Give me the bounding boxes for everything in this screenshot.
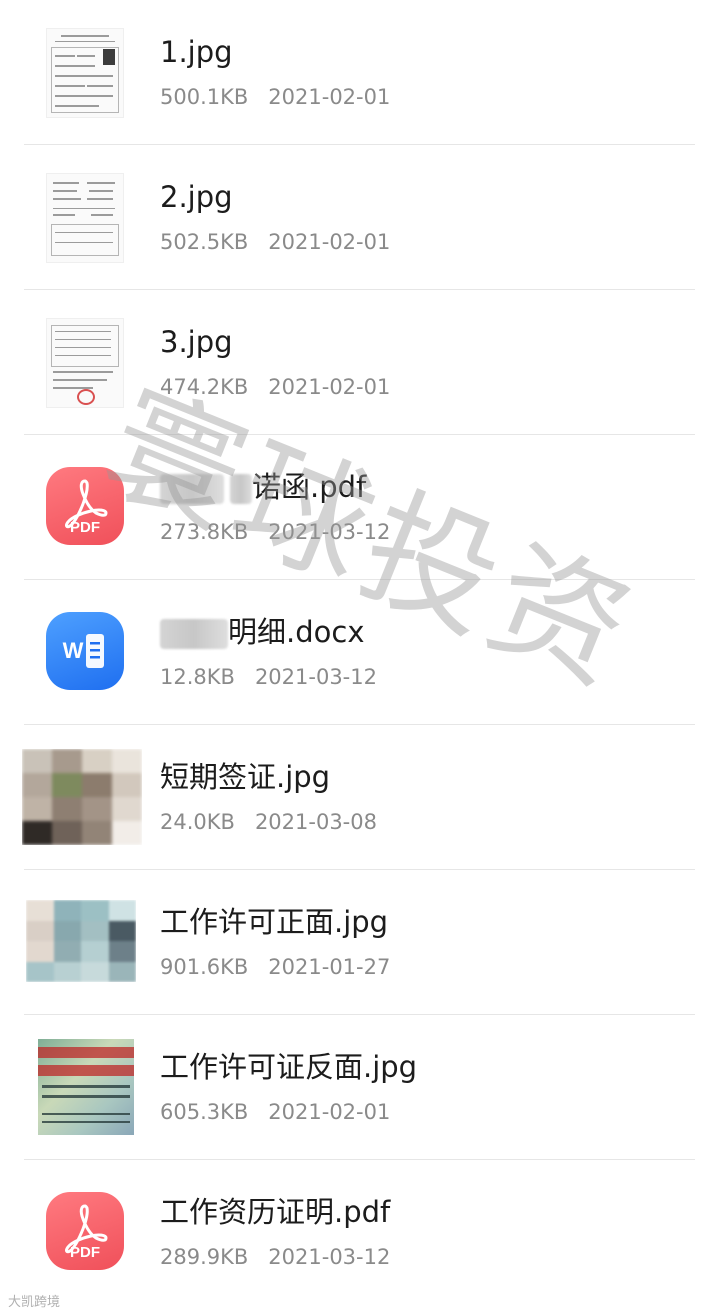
file-name: 2.jpg	[160, 180, 233, 214]
file-size: 289.9KB	[160, 1245, 249, 1269]
file-meta: 605.3KB 2021-02-01	[160, 1097, 390, 1127]
file-meta: 24.0KB 2021-03-08	[160, 807, 377, 837]
file-date: 2021-02-01	[268, 85, 391, 109]
file-row-7[interactable]: 工作许可正面.jpg 901.6KB 2021-01-27	[0, 870, 717, 1015]
file-row-9[interactable]: PDF 工作资历证明.pdf 289.9KB 2021-03-12	[0, 1160, 717, 1305]
document-scan-with-photo-icon	[40, 26, 128, 118]
file-row-6[interactable]: 短期签证.jpg 24.0KB 2021-03-08	[0, 725, 717, 870]
file-meta: 12.8KB 2021-03-12	[160, 662, 377, 692]
pdf-file-icon: PDF	[40, 461, 128, 553]
file-meta: 474.2KB 2021-02-01	[160, 372, 390, 402]
file-meta: 500.1KB 2021-02-01	[160, 82, 390, 112]
redacted-text	[230, 474, 252, 504]
file-date: 2021-02-01	[268, 1100, 391, 1124]
file-meta: 289.9KB 2021-03-12	[160, 1242, 390, 1272]
file-date: 2021-03-12	[268, 520, 391, 544]
file-size: 24.0KB	[160, 810, 235, 834]
file-meta: 901.6KB 2021-01-27	[160, 952, 390, 982]
word-file-icon: W	[40, 606, 128, 698]
pdf-file-icon: PDF	[40, 1186, 128, 1278]
file-date: 2021-02-01	[268, 230, 391, 254]
corner-logo: 大凯跨境	[8, 1295, 61, 1310]
file-row-5[interactable]: W 明细.docx 12.8KB 2021-03-12	[0, 580, 717, 725]
file-row-3[interactable]: 3.jpg 474.2KB 2021-02-01	[0, 290, 717, 435]
file-name: 1.jpg	[160, 35, 233, 69]
file-name: 明细.docx	[160, 612, 364, 652]
file-row-2[interactable]: 2.jpg 502.5KB 2021-02-01	[0, 145, 717, 290]
file-date: 2021-03-12	[268, 1245, 391, 1269]
file-name: 3.jpg	[160, 325, 233, 359]
file-size: 502.5KB	[160, 230, 249, 254]
file-size: 901.6KB	[160, 955, 249, 979]
file-name-visible: 明细.docx	[228, 615, 365, 649]
file-name: 工作许可证反面.jpg	[160, 1050, 418, 1084]
pdf-label: PDF	[70, 519, 100, 536]
file-date: 2021-03-08	[254, 810, 377, 834]
redacted-text	[160, 474, 224, 504]
file-row-8[interactable]: 工作许可证反面.jpg 605.3KB 2021-02-01	[0, 1015, 717, 1160]
file-date: 2021-02-01	[268, 375, 391, 399]
file-size: 605.3KB	[160, 1100, 249, 1124]
file-row-1[interactable]: 1.jpg 500.1KB 2021-02-01	[0, 0, 717, 145]
file-size: 500.1KB	[160, 85, 249, 109]
file-meta: 502.5KB 2021-02-01	[160, 227, 390, 257]
file-name: 诺函.pdf	[160, 467, 366, 507]
file-name: 工作资历证明.pdf	[160, 1195, 391, 1229]
permit-back-icon	[38, 1039, 134, 1135]
blurred-permit-front-icon	[26, 900, 136, 982]
file-size: 12.8KB	[160, 665, 235, 689]
document-scan-with-stamp-icon	[40, 316, 128, 408]
file-size: 474.2KB	[160, 375, 249, 399]
file-row-4[interactable]: PDF 诺函.pdf 273.8KB 2021-03-12	[0, 435, 717, 580]
document-scan-icon	[40, 171, 128, 263]
word-label: W	[62, 638, 84, 663]
file-name: 工作许可正面.jpg	[160, 905, 389, 939]
redacted-text	[160, 619, 228, 649]
file-date: 2021-03-12	[254, 665, 377, 689]
file-meta: 273.8KB 2021-03-12	[160, 517, 390, 547]
pdf-label: PDF	[70, 1244, 100, 1261]
file-name-visible: 诺函.pdf	[252, 470, 367, 504]
file-date: 2021-01-27	[268, 955, 391, 979]
blurred-photo-icon	[22, 749, 142, 845]
file-size: 273.8KB	[160, 520, 249, 544]
file-name: 短期签证.jpg	[160, 760, 331, 794]
